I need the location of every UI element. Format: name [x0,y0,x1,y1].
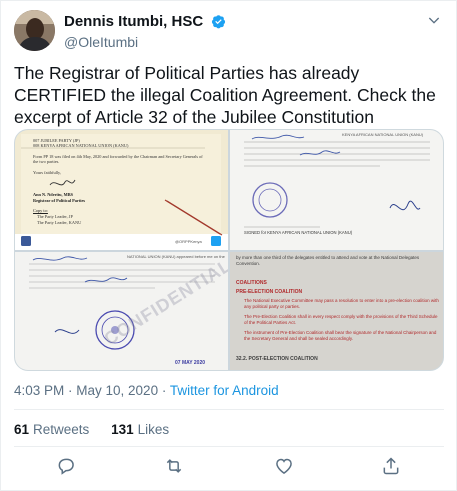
display-name[interactable]: Dennis Itumbi, HSC [64,13,203,30]
tweet-text: The Registrar of Political Parties has a… [14,63,436,127]
panel3-line: NATIONAL UNION (KANU) appeared before me… [127,254,225,259]
divider-top [14,409,444,410]
letter-row-2: 008 KENYA AFRICAN NATIONAL UNION (KANU) [33,143,129,149]
panel4-p3: The instrument of Pre-Election Coalition… [244,330,437,341]
reply-icon[interactable] [56,456,78,478]
heart-icon[interactable] [274,456,296,478]
letter-footer-handle: @ORPPKenya [175,239,202,244]
meta-separator: · [158,383,170,398]
tweet-media[interactable]: 007 JUBILEE PARTY (JP) 008 KENYA AFRICAN… [14,129,444,371]
media-image-2[interactable]: KENYA AFRICAN NATIONAL UNION (KANU) SIGN… [230,130,443,250]
tweet-card: Dennis Itumbi, HSC @OleItumbi The Regist… [0,0,457,491]
chevron-down-icon[interactable] [426,12,442,28]
panel2-footer: SIGNED for KENYA AFRICAN NATIONAL UNION … [244,230,353,235]
retweet-icon[interactable] [164,456,186,478]
panel4-heading-coalitions: COALITIONS [236,280,267,286]
tweet-stats: 61 Retweets 131 Likes [14,422,187,437]
panel4-heading-pre: PRE-ELECTION COALITION [236,289,303,295]
likes-stat[interactable]: 131 Likes [111,422,169,437]
letter-title: Registrar of Political Parties [33,198,86,203]
media-image-3[interactable]: NATIONAL UNION (KANU) appeared before me… [15,252,228,370]
tweet-timestamp[interactable]: 4:03 PM · May 10, 2020 [14,383,158,398]
letter-body: Form PP 18 was filed on 4th May, 2020 an… [33,154,203,165]
share-icon[interactable] [381,456,403,478]
likes-label: Likes [137,422,170,437]
panel4-p2: The Pre-Election Coalition shall in ever… [244,314,438,325]
retweets-label: Retweets [33,422,90,437]
retweets-stat[interactable]: 61 Retweets [14,422,89,437]
tweet-header: Dennis Itumbi, HSC @OleItumbi [14,10,444,52]
panel4-p1: The National Executive Committee may pas… [244,298,439,309]
tweet-source-link[interactable]: Twitter for Android [170,383,279,398]
letter-cc-1: The Party Leader, JP [37,214,73,219]
user-names: Dennis Itumbi, HSC @OleItumbi [64,13,226,50]
letter-cc-2: The Party Leader, KANU [37,220,82,225]
panel4-heading-post: 32.2. POST-ELECTION COALITION [236,356,318,362]
tweet-meta: 4:03 PM · May 10, 2020 · Twitter for And… [14,383,279,398]
media-image-1[interactable]: 007 JUBILEE PARTY (JP) 008 KENYA AFRICAN… [15,130,228,250]
tweet-actions [1,456,457,480]
letter-closing: Yours faithfully, [33,170,61,175]
letter-copy-to: Copy to: [33,208,48,213]
panel3-stamp-date: 07 MAY 2020 [175,360,206,366]
panel2-line: KENYA AFRICAN NATIONAL UNION (KANU) [342,132,424,137]
retweets-count: 61 [14,422,30,437]
user-handle[interactable]: @OleItumbi [64,34,226,50]
divider-bottom [14,446,444,447]
panel4-top: by more than one third of the delegates … [236,255,420,266]
likes-count: 131 [111,422,134,437]
verified-badge-icon [211,14,226,29]
media-image-4[interactable]: by more than one third of the delegates … [230,252,443,370]
avatar[interactable] [14,10,55,51]
letter-signer: Ann N. Nderitu, MBS [33,192,73,197]
